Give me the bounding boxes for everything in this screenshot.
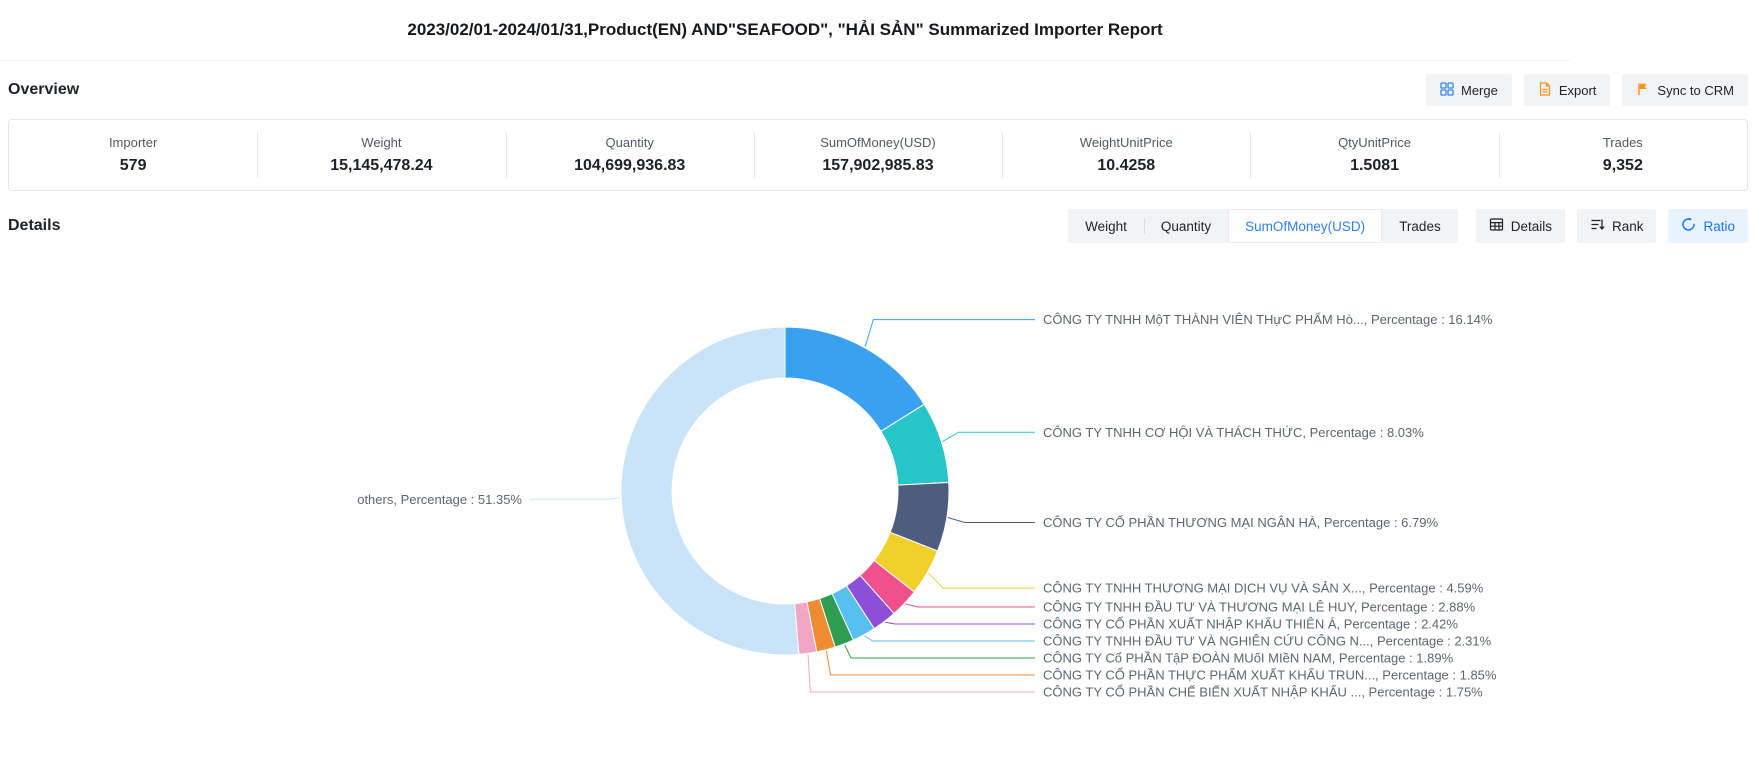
pie-slice[interactable]: [621, 327, 799, 655]
tab-sum-of-money[interactable]: SumOfMoney(USD): [1228, 209, 1382, 243]
page-title: 2023/02/01-2024/01/31,Product(EN) AND"SE…: [407, 20, 1162, 40]
export-button[interactable]: Export: [1524, 74, 1611, 106]
stat-value: 10.4258: [1097, 157, 1155, 175]
tab-quantity[interactable]: Quantity: [1144, 209, 1228, 243]
ratio-view-button[interactable]: Ratio: [1668, 209, 1748, 243]
pie-label: CÔNG TY TNHH ĐẦU TƯ VÀ NGHIÊN CỨU CÔNG N…: [1043, 634, 1492, 649]
pie-label-line: [808, 654, 1035, 692]
pie-label: CÔNG TY CỔ PHẦN CHẾ BIẾN XUẤT NHẬP KHẨU …: [1043, 685, 1483, 700]
stat-quantity: Quantity 104,699,936.83: [506, 120, 754, 190]
table-icon: [1489, 217, 1504, 235]
ratio-view-label: Ratio: [1703, 219, 1735, 234]
stat-label: Importer: [109, 135, 157, 150]
pie-label-line: [942, 432, 1035, 441]
pie-label: CÔNG TY TNHH MộT THÀNH VIÊN THựC PHẨM Hò…: [1043, 312, 1493, 327]
stat-label: SumOfMoney(USD): [820, 135, 936, 150]
pie-label: CÔNG TY CỔ PHẦN THƯƠNG MẠI NGÂN HÀ, Perc…: [1043, 515, 1438, 530]
stat-sum-of-money: SumOfMoney(USD) 157,902,985.83: [754, 120, 1002, 190]
pie-label: CÔNG TY Cổ PHẦN TậP ĐOÀN MUốI MIềN NAM, …: [1043, 651, 1454, 666]
tab-weight[interactable]: Weight: [1068, 209, 1144, 243]
tab-trades[interactable]: Trades: [1382, 209, 1458, 243]
pie-label: others, Percentage : 51.35%: [357, 492, 522, 507]
stat-value: 1.5081: [1350, 157, 1399, 175]
stat-qty-unit-price: QtyUnitPrice 1.5081: [1250, 120, 1498, 190]
pie-label-line: [845, 645, 1035, 658]
pie-label-line: [826, 651, 1035, 675]
stat-value: 579: [120, 157, 147, 175]
stat-weight-unit-price: WeightUnitPrice 10.4258: [1002, 120, 1250, 190]
stat-value: 9,352: [1603, 157, 1643, 175]
title-bar: 2023/02/01-2024/01/31,Product(EN) AND"SE…: [0, 0, 1570, 61]
pie-label: CÔNG TY TNHH THƯƠNG MẠI DỊCH VỤ VÀ SẢN X…: [1043, 581, 1484, 596]
ratio-chart-area: CÔNG TY TNHH MộT THÀNH VIÊN THựC PHẨM Hò…: [0, 259, 1756, 780]
overview-header: Overview Merge Export Sync to CRM: [0, 61, 1756, 119]
details-view-button[interactable]: Details: [1476, 209, 1565, 243]
pie-slice[interactable]: [785, 327, 924, 431]
pie-label: CÔNG TY CỔ PHẦN XUẤT NHẬP KHẨU THIÊN Á, …: [1043, 617, 1458, 632]
rank-view-button[interactable]: Rank: [1577, 209, 1657, 243]
merge-button[interactable]: Merge: [1426, 74, 1512, 106]
details-controls: Weight Quantity SumOfMoney(USD) Trades D…: [1068, 209, 1748, 243]
stat-trades: Trades 9,352: [1499, 120, 1747, 190]
sync-flag-icon: [1636, 82, 1650, 99]
overview-stats: Importer 579 Weight 15,145,478.24 Quanti…: [8, 119, 1748, 191]
refresh-circle-icon: [1681, 217, 1696, 235]
stat-value: 157,902,985.83: [822, 157, 933, 175]
pie-label: CÔNG TY TNHH ĐẦU TƯ VÀ THƯƠNG MẠI LÊ HUY…: [1043, 600, 1476, 615]
pie-label-line: [865, 320, 1035, 347]
details-heading: Details: [8, 217, 60, 235]
rank-view-label: Rank: [1612, 219, 1644, 234]
details-header: Details Weight Quantity SumOfMoney(USD) …: [0, 191, 1756, 259]
merge-icon: [1440, 82, 1454, 99]
pie-label-line: [928, 573, 1035, 588]
stat-importer: Importer 579: [9, 120, 257, 190]
pie-label-line: [948, 517, 1035, 522]
view-mode-buttons: Details Rank Ratio: [1476, 209, 1748, 243]
pie-label-line: [530, 498, 620, 499]
pie-label: CÔNG TY TNHH CƠ HỘI VÀ THÁCH THỨC, Perce…: [1043, 425, 1424, 440]
sync-to-crm-button[interactable]: Sync to CRM: [1622, 74, 1748, 106]
export-icon: [1538, 82, 1552, 99]
stat-label: WeightUnitPrice: [1080, 135, 1173, 150]
overview-actions: Merge Export Sync to CRM: [1426, 74, 1748, 106]
pie-label-line: [864, 636, 1035, 641]
pie-label-line: [885, 622, 1035, 624]
sync-to-crm-label: Sync to CRM: [1657, 83, 1734, 98]
pie-label: CÔNG TY CỔ PHẦN THỰC PHẨM XUẤT KHẨU TRUN…: [1043, 668, 1497, 683]
stat-value: 15,145,478.24: [330, 157, 432, 175]
stat-label: QtyUnitPrice: [1338, 135, 1411, 150]
pie-label-line: [905, 604, 1035, 607]
metric-tabs: Weight Quantity SumOfMoney(USD) Trades: [1068, 209, 1458, 243]
sort-icon: [1590, 217, 1605, 235]
merge-button-label: Merge: [1461, 83, 1498, 98]
stat-label: Weight: [361, 135, 401, 150]
stat-value: 104,699,936.83: [574, 157, 685, 175]
importer-ratio-pie-chart: CÔNG TY TNHH MộT THÀNH VIÊN THựC PHẨM Hò…: [0, 259, 1756, 780]
stat-label: Trades: [1603, 135, 1643, 150]
overview-heading: Overview: [8, 81, 79, 99]
stat-weight: Weight 15,145,478.24: [257, 120, 505, 190]
details-view-label: Details: [1511, 219, 1552, 234]
export-button-label: Export: [1559, 83, 1597, 98]
stat-label: Quantity: [605, 135, 653, 150]
